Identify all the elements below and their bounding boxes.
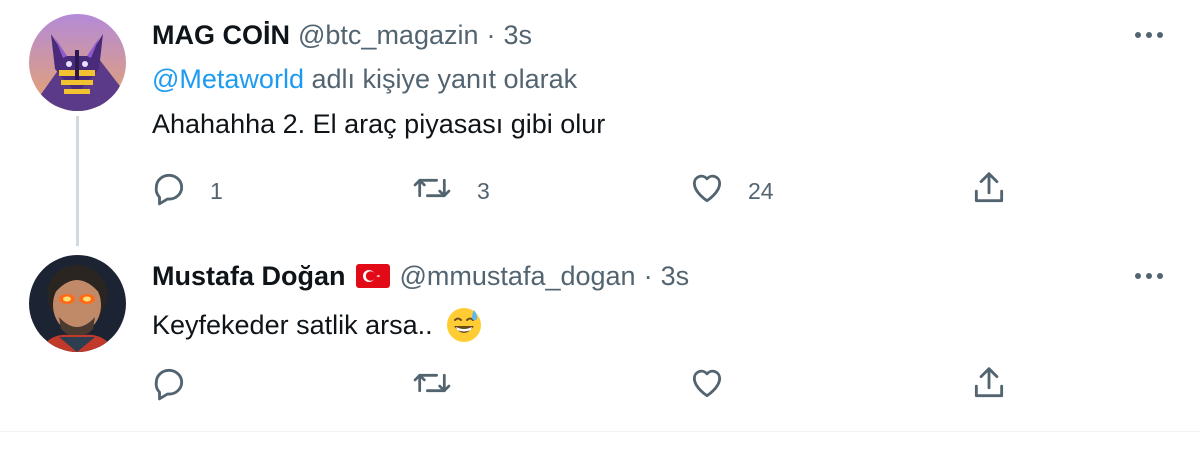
share-button[interactable] — [970, 170, 1008, 210]
reply-icon[interactable] — [150, 364, 188, 407]
share-icon[interactable] — [970, 364, 1008, 407]
retweet-icon[interactable] — [412, 364, 452, 407]
like-button[interactable] — [688, 365, 726, 405]
tweet-text: Keyfekeder satlik arsa.. — [152, 310, 433, 340]
reply-icon[interactable] — [150, 169, 188, 212]
retweet-button[interactable]: 3 — [412, 169, 490, 212]
tweet[interactable]: MAG COİN @btc_magazin · 3s @Metaworld ad… — [0, 0, 1200, 246]
like-button[interactable]: 24 — [688, 169, 774, 212]
separator: · — [643, 261, 653, 291]
tweet-header: Mustafa Doğan @mmustafa_dogan · 3s — [152, 259, 689, 293]
reply-count: 1 — [210, 178, 223, 204]
like-count: 24 — [748, 178, 774, 204]
timestamp[interactable]: 3s — [504, 18, 533, 52]
retweet-icon[interactable] — [412, 169, 452, 212]
display-name[interactable]: Mustafa Doğan — [152, 259, 346, 293]
action-bar — [0, 365, 1200, 405]
reply-button[interactable] — [150, 365, 188, 405]
tweet[interactable]: Mustafa Doğan @mmustafa_dogan · 3s Keyfe… — [0, 245, 1200, 432]
avatar[interactable] — [29, 14, 126, 111]
reply-context: @Metaworld adlı kişiye yanıt olarak — [152, 62, 577, 96]
timestamp[interactable]: 3s — [661, 259, 690, 293]
turkey-flag-icon — [355, 264, 390, 288]
username[interactable]: @btc_magazin — [298, 18, 479, 52]
separator: · — [486, 20, 496, 50]
reply-context-text: adlı kişiye yanıt olarak — [303, 64, 578, 94]
avatar[interactable] — [29, 255, 126, 352]
action-bar: 1 3 24 — [0, 170, 1200, 210]
tweet-header: MAG COİN @btc_magazin · 3s — [152, 18, 532, 52]
retweet-button[interactable] — [412, 365, 452, 405]
like-icon[interactable] — [688, 169, 726, 212]
reply-button[interactable]: 1 — [150, 169, 223, 212]
share-icon[interactable] — [970, 169, 1008, 212]
like-icon[interactable] — [688, 364, 726, 407]
username[interactable]: @mmustafa_dogan — [400, 259, 636, 293]
more-icon[interactable] — [1132, 261, 1166, 291]
display-name[interactable]: MAG COİN — [152, 18, 290, 52]
tweet-text-row: Keyfekeder satlik arsa.. — [152, 306, 483, 344]
grinning-face-with-sweat-icon — [445, 306, 483, 344]
share-button[interactable] — [970, 365, 1008, 405]
mention-link[interactable]: @Metaworld — [152, 64, 304, 94]
divider — [0, 431, 1200, 432]
tweet-text: Ahahahha 2. El araç piyasası gibi olur — [152, 109, 606, 139]
retweet-count: 3 — [477, 178, 490, 204]
more-icon[interactable] — [1132, 20, 1166, 50]
